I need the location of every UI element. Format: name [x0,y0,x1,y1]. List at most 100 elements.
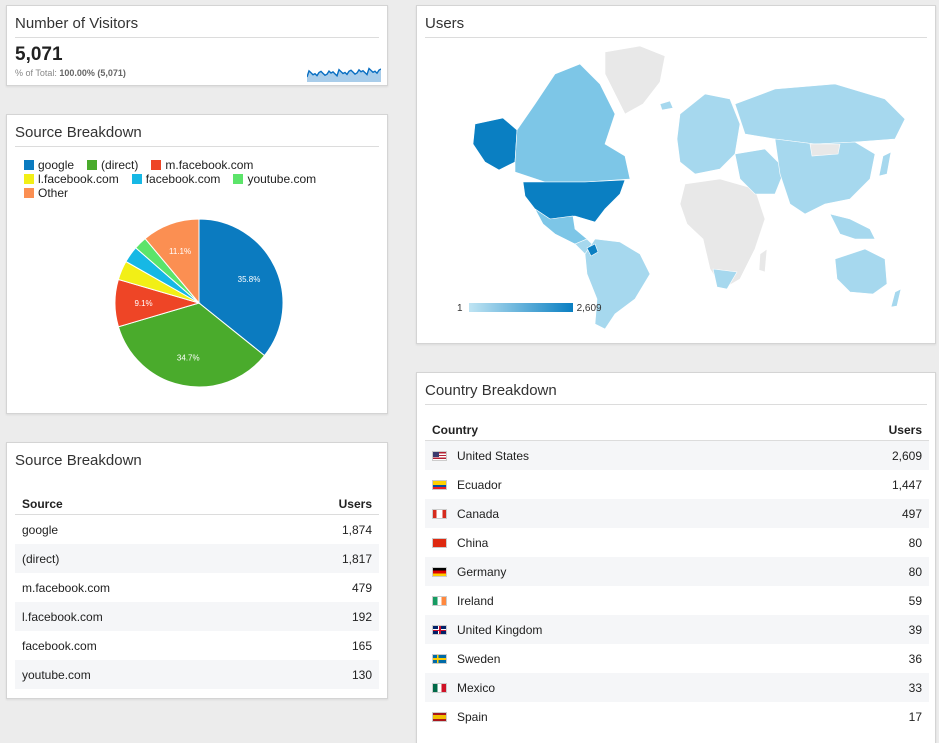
country-cell: Mexico [425,673,791,702]
country-name: Canada [457,506,500,521]
users-cell: 36 [908,651,922,666]
table-row[interactable]: United States 2,609 [425,440,929,470]
map-region-iceland[interactable] [659,100,674,111]
legend-row: l.facebook.com facebook.com youtube.com [24,172,374,186]
map-legend: 1 2,609 [457,303,602,314]
table-row[interactable]: m.facebook.com 479 [15,573,379,602]
legend-label: Other [38,186,69,200]
country-cell: China [425,528,790,557]
table-row[interactable]: google 1,874 [15,515,379,545]
users-cell: 479 [351,580,372,595]
legend-swatch [87,160,98,170]
legend-item[interactable]: Other [24,186,68,200]
legend-swatch [24,188,34,198]
table-row[interactable]: Canada 497 [425,499,929,528]
users-cell: 165 [351,638,372,653]
cn-flag-icon [432,537,447,548]
map-region-japan[interactable] [878,151,892,177]
users-cell: 130 [263,660,379,689]
pct-value: 100.00% (5,071) [59,68,126,78]
world-map[interactable] [455,44,910,329]
users-cell: 59 [908,593,922,608]
legend-swatch [24,174,34,184]
se-flag-icon [432,653,447,664]
country-cell: Germany [425,557,791,586]
users-cell: 17 [908,709,922,724]
map-region-europe[interactable] [676,93,741,175]
legend-label: (direct) [101,158,139,172]
country-table-card: Country Breakdown Country Users United S… [416,372,936,743]
map-region-australia[interactable] [834,248,888,295]
country-name: Sweden [457,651,501,666]
source-cell: l.facebook.com [15,602,264,631]
legend-item[interactable]: (direct) [87,158,138,172]
users-cell: 80 [908,535,922,550]
table-row[interactable]: Ireland 59 [425,586,929,615]
table-row[interactable]: Mexico 33 [425,673,929,702]
table-row[interactable]: (direct) 1,817 [15,544,379,573]
title-divider [15,146,379,147]
legend-item[interactable]: facebook.com [131,172,220,186]
legend-item[interactable]: l.facebook.com [24,172,119,186]
map-region-new-zealand[interactable] [890,288,902,308]
country-name: United Kingdom [457,622,543,637]
pie-slice-label: 35.8% [238,275,261,284]
legend-swatch [151,160,162,170]
source-column-header[interactable]: Source [15,487,264,515]
map-region-mongolia[interactable] [809,143,841,157]
legend-row: Other [24,186,374,200]
pie-slice-label: 9.1% [134,299,152,308]
users-cell: 2,609 [790,440,929,470]
users-cell: 1,817 [263,544,379,573]
map-legend-min: 1 [457,303,463,314]
title-divider [425,37,927,38]
source-pie-title: Source Breakdown [15,124,142,141]
table-row[interactable]: facebook.com 165 [15,631,379,660]
users-cell: 39 [790,615,929,644]
source-table-title: Source Breakdown [15,452,142,469]
users-cell: 1,874 [341,522,372,537]
legend-swatch [131,174,142,184]
ca-flag-icon [432,508,447,519]
source-pie-card: Source Breakdown google (direct) m.faceboo… [6,114,388,414]
legend-item[interactable]: google [24,158,74,172]
map-region-russia[interactable] [734,83,906,145]
country-name: Mexico [457,680,496,695]
table-row[interactable]: Sweden 36 [425,644,929,673]
visitors-card: Number of Visitors 5,071 % of Total: 100… [6,5,388,86]
ec-flag-icon [432,479,447,490]
legend-item[interactable]: m.facebook.com [151,158,253,172]
source-table-card: Source Breakdown Source Users google 1,87… [6,442,388,699]
pie-slice-label: 34.7% [177,353,200,362]
table-row[interactable]: Spain 17 [425,702,929,731]
visitors-count: 5,071 [15,44,63,65]
table-row[interactable]: United Kingdom 39 [425,615,929,644]
map-title: Users [425,15,465,32]
visitors-sparkline [307,67,381,82]
country-table: Country Users United States 2,609 Ecuador 1… [425,413,929,731]
pie-slice-label: 11.1% [169,247,191,256]
sparkline-area [307,68,381,82]
country-cell: United Kingdom [425,615,791,644]
map-region-greenland[interactable] [604,45,666,115]
map-region-southeast-asia[interactable] [829,213,876,240]
country-name: United States [457,448,530,463]
map-region-alaska[interactable] [472,117,518,171]
table-row[interactable]: youtube.com 130 [15,660,379,689]
visitors-title: Number of Visitors [15,15,139,32]
country-name: Ireland [457,593,494,608]
legend-label: google [38,158,75,172]
country-name: China [457,535,489,550]
users-column-header[interactable]: Users [263,487,379,515]
table-row[interactable]: l.facebook.com 192 [15,602,379,631]
country-table-title: Country Breakdown [425,382,557,399]
legend-item[interactable]: youtube.com [233,172,316,186]
country-column-header[interactable]: Country [425,413,791,441]
users-column-header[interactable]: Users [790,413,929,441]
visitors-pct: % of Total: 100.00% (5,071) [15,68,126,78]
table-row[interactable]: Germany 80 [425,557,929,586]
map-region-madagascar[interactable] [758,248,768,273]
table-row[interactable]: China 80 [425,528,929,557]
table-row[interactable]: Ecuador 1,447 [425,470,929,499]
source-table: Source Users google 1,874 (direct) 1,817 m.f… [15,487,379,689]
